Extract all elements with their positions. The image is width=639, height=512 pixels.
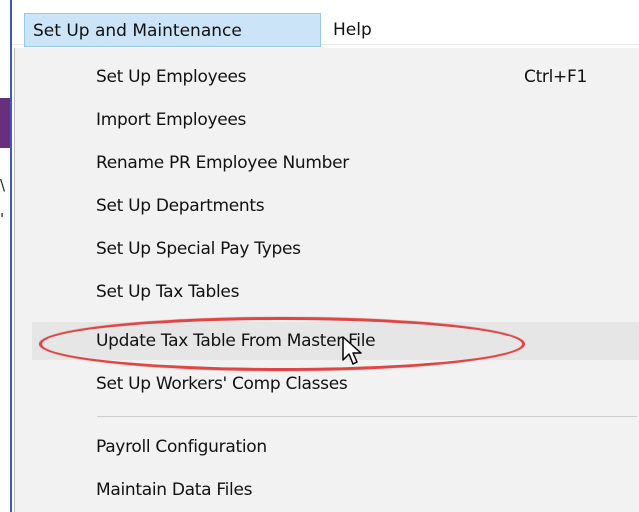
menu-set-up-and-maintenance[interactable]: Set Up and Maintenance	[24, 13, 321, 47]
menu-item-label: Payroll Configuration	[96, 437, 267, 457]
background-text-fragment: '	[0, 210, 5, 228]
menu-item-label: Set Up Departments	[96, 196, 265, 216]
menu-help[interactable]: Help	[321, 13, 372, 47]
menu-item-set-up-departments[interactable]: Set Up Departments	[32, 187, 639, 225]
menu-bar: Set Up and Maintenance Help	[12, 0, 639, 47]
menu-item-set-up-tax-tables[interactable]: Set Up Tax Tables	[32, 273, 639, 311]
dropdown-menu: Set Up Employees Ctrl+F1 Import Employee…	[14, 48, 639, 512]
menu-item-label: Set Up Workers' Comp Classes	[96, 374, 348, 394]
app-window-edge	[0, 0, 12, 512]
menu-item-rename-pr-employee-number[interactable]: Rename PR Employee Number	[32, 144, 639, 182]
menu-item-label: Set Up Tax Tables	[96, 282, 240, 302]
menu-item-label: Set Up Special Pay Types	[96, 239, 301, 259]
mouse-pointer-icon	[342, 336, 362, 365]
menu-item-label: Import Employees	[96, 110, 247, 130]
app-window-accent	[0, 98, 10, 148]
menu-item-set-up-employees[interactable]: Set Up Employees Ctrl+F1	[32, 58, 639, 96]
menu-item-maintain-data-files[interactable]: Maintain Data Files	[32, 471, 639, 509]
menu-item-label: Rename PR Employee Number	[96, 153, 349, 173]
menu-item-label: Maintain Data Files	[96, 480, 253, 500]
menu-item-label: Set Up Employees	[96, 67, 247, 87]
menu-separator	[97, 416, 637, 417]
menu-label: Set Up and Maintenance	[33, 21, 242, 41]
menu-item-set-up-workers-comp-classes[interactable]: Set Up Workers' Comp Classes	[32, 365, 639, 403]
menu-item-import-employees[interactable]: Import Employees	[32, 101, 639, 139]
background-text-fragment: \	[0, 176, 6, 194]
annotation-highlight-oval	[39, 317, 525, 371]
menu-item-payroll-configuration[interactable]: Payroll Configuration	[32, 428, 639, 466]
shortcut-label: Ctrl+F1	[524, 67, 587, 87]
menu-item-set-up-special-pay-types[interactable]: Set Up Special Pay Types	[32, 230, 639, 268]
menu-label: Help	[333, 20, 372, 40]
